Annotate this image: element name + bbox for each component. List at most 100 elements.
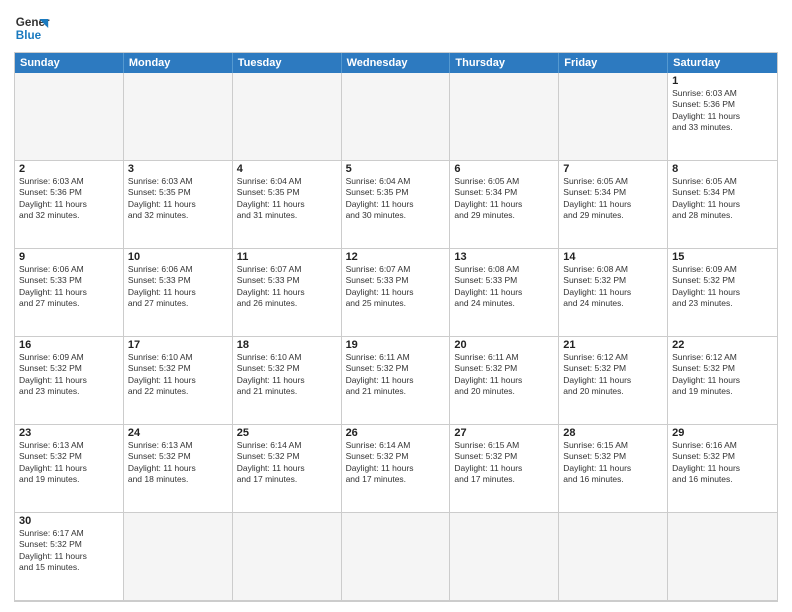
day-info: Sunrise: 6:06 AM Sunset: 5:33 PM Dayligh… — [19, 264, 119, 310]
day-number: 1 — [672, 75, 773, 87]
day-number: 6 — [454, 163, 554, 175]
day-cell-26: 26Sunrise: 6:14 AM Sunset: 5:32 PM Dayli… — [342, 425, 451, 513]
empty-cell — [233, 73, 342, 161]
day-cell-24: 24Sunrise: 6:13 AM Sunset: 5:32 PM Dayli… — [124, 425, 233, 513]
day-number: 11 — [237, 251, 337, 263]
day-cell-4: 4Sunrise: 6:04 AM Sunset: 5:35 PM Daylig… — [233, 161, 342, 249]
day-number: 5 — [346, 163, 446, 175]
day-cell-22: 22Sunrise: 6:12 AM Sunset: 5:32 PM Dayli… — [668, 337, 777, 425]
day-info: Sunrise: 6:15 AM Sunset: 5:32 PM Dayligh… — [454, 440, 554, 486]
page: General Blue SundayMondayTuesdayWednesda… — [0, 0, 792, 612]
day-number: 12 — [346, 251, 446, 263]
calendar-header-saturday: Saturday — [668, 53, 777, 73]
day-info: Sunrise: 6:05 AM Sunset: 5:34 PM Dayligh… — [672, 176, 773, 222]
day-number: 30 — [19, 515, 119, 527]
day-cell-23: 23Sunrise: 6:13 AM Sunset: 5:32 PM Dayli… — [15, 425, 124, 513]
day-info: Sunrise: 6:17 AM Sunset: 5:32 PM Dayligh… — [19, 528, 119, 574]
day-info: Sunrise: 6:06 AM Sunset: 5:33 PM Dayligh… — [128, 264, 228, 310]
empty-cell — [124, 73, 233, 161]
day-cell-13: 13Sunrise: 6:08 AM Sunset: 5:33 PM Dayli… — [450, 249, 559, 337]
calendar-header-friday: Friday — [559, 53, 668, 73]
day-number: 22 — [672, 339, 773, 351]
day-info: Sunrise: 6:12 AM Sunset: 5:32 PM Dayligh… — [672, 352, 773, 398]
day-info: Sunrise: 6:11 AM Sunset: 5:32 PM Dayligh… — [346, 352, 446, 398]
day-cell-16: 16Sunrise: 6:09 AM Sunset: 5:32 PM Dayli… — [15, 337, 124, 425]
day-number: 24 — [128, 427, 228, 439]
day-number: 23 — [19, 427, 119, 439]
empty-cell — [15, 73, 124, 161]
day-info: Sunrise: 6:08 AM Sunset: 5:32 PM Dayligh… — [563, 264, 663, 310]
day-info: Sunrise: 6:13 AM Sunset: 5:32 PM Dayligh… — [128, 440, 228, 486]
day-number: 19 — [346, 339, 446, 351]
day-cell-27: 27Sunrise: 6:15 AM Sunset: 5:32 PM Dayli… — [450, 425, 559, 513]
day-info: Sunrise: 6:07 AM Sunset: 5:33 PM Dayligh… — [237, 264, 337, 310]
calendar-header: SundayMondayTuesdayWednesdayThursdayFrid… — [15, 53, 777, 73]
day-cell-8: 8Sunrise: 6:05 AM Sunset: 5:34 PM Daylig… — [668, 161, 777, 249]
day-number: 14 — [563, 251, 663, 263]
svg-text:Blue: Blue — [16, 29, 42, 42]
day-number: 4 — [237, 163, 337, 175]
calendar-header-sunday: Sunday — [15, 53, 124, 73]
day-number: 29 — [672, 427, 773, 439]
generalblue-logo-icon: General Blue — [14, 10, 50, 46]
day-number: 7 — [563, 163, 663, 175]
day-info: Sunrise: 6:09 AM Sunset: 5:32 PM Dayligh… — [672, 264, 773, 310]
calendar-header-thursday: Thursday — [450, 53, 559, 73]
day-number: 13 — [454, 251, 554, 263]
day-info: Sunrise: 6:04 AM Sunset: 5:35 PM Dayligh… — [346, 176, 446, 222]
day-cell-19: 19Sunrise: 6:11 AM Sunset: 5:32 PM Dayli… — [342, 337, 451, 425]
day-cell-3: 3Sunrise: 6:03 AM Sunset: 5:35 PM Daylig… — [124, 161, 233, 249]
day-cell-25: 25Sunrise: 6:14 AM Sunset: 5:32 PM Dayli… — [233, 425, 342, 513]
day-number: 3 — [128, 163, 228, 175]
day-cell-12: 12Sunrise: 6:07 AM Sunset: 5:33 PM Dayli… — [342, 249, 451, 337]
day-cell-7: 7Sunrise: 6:05 AM Sunset: 5:34 PM Daylig… — [559, 161, 668, 249]
empty-cell — [342, 73, 451, 161]
day-cell-28: 28Sunrise: 6:15 AM Sunset: 5:32 PM Dayli… — [559, 425, 668, 513]
day-cell-15: 15Sunrise: 6:09 AM Sunset: 5:32 PM Dayli… — [668, 249, 777, 337]
empty-cell — [450, 513, 559, 601]
day-info: Sunrise: 6:03 AM Sunset: 5:36 PM Dayligh… — [19, 176, 119, 222]
empty-cell — [559, 513, 668, 601]
day-info: Sunrise: 6:14 AM Sunset: 5:32 PM Dayligh… — [346, 440, 446, 486]
header: General Blue — [14, 10, 778, 46]
empty-cell — [124, 513, 233, 601]
day-number: 9 — [19, 251, 119, 263]
day-cell-10: 10Sunrise: 6:06 AM Sunset: 5:33 PM Dayli… — [124, 249, 233, 337]
day-cell-17: 17Sunrise: 6:10 AM Sunset: 5:32 PM Dayli… — [124, 337, 233, 425]
day-cell-21: 21Sunrise: 6:12 AM Sunset: 5:32 PM Dayli… — [559, 337, 668, 425]
day-info: Sunrise: 6:10 AM Sunset: 5:32 PM Dayligh… — [237, 352, 337, 398]
day-info: Sunrise: 6:10 AM Sunset: 5:32 PM Dayligh… — [128, 352, 228, 398]
day-number: 15 — [672, 251, 773, 263]
day-cell-30: 30Sunrise: 6:17 AM Sunset: 5:32 PM Dayli… — [15, 513, 124, 601]
day-info: Sunrise: 6:09 AM Sunset: 5:32 PM Dayligh… — [19, 352, 119, 398]
day-number: 26 — [346, 427, 446, 439]
day-cell-1: 1Sunrise: 6:03 AM Sunset: 5:36 PM Daylig… — [668, 73, 777, 161]
day-info: Sunrise: 6:03 AM Sunset: 5:36 PM Dayligh… — [672, 88, 773, 134]
day-number: 2 — [19, 163, 119, 175]
day-number: 10 — [128, 251, 228, 263]
calendar: SundayMondayTuesdayWednesdayThursdayFrid… — [14, 52, 778, 602]
day-number: 28 — [563, 427, 663, 439]
day-number: 25 — [237, 427, 337, 439]
day-info: Sunrise: 6:16 AM Sunset: 5:32 PM Dayligh… — [672, 440, 773, 486]
day-number: 17 — [128, 339, 228, 351]
empty-cell — [233, 513, 342, 601]
empty-cell — [668, 513, 777, 601]
day-info: Sunrise: 6:15 AM Sunset: 5:32 PM Dayligh… — [563, 440, 663, 486]
day-cell-20: 20Sunrise: 6:11 AM Sunset: 5:32 PM Dayli… — [450, 337, 559, 425]
day-info: Sunrise: 6:13 AM Sunset: 5:32 PM Dayligh… — [19, 440, 119, 486]
day-number: 27 — [454, 427, 554, 439]
day-info: Sunrise: 6:03 AM Sunset: 5:35 PM Dayligh… — [128, 176, 228, 222]
calendar-header-tuesday: Tuesday — [233, 53, 342, 73]
empty-cell — [450, 73, 559, 161]
calendar-header-wednesday: Wednesday — [342, 53, 451, 73]
day-info: Sunrise: 6:11 AM Sunset: 5:32 PM Dayligh… — [454, 352, 554, 398]
day-info: Sunrise: 6:07 AM Sunset: 5:33 PM Dayligh… — [346, 264, 446, 310]
day-number: 8 — [672, 163, 773, 175]
logo: General Blue — [14, 10, 50, 46]
day-info: Sunrise: 6:08 AM Sunset: 5:33 PM Dayligh… — [454, 264, 554, 310]
day-cell-11: 11Sunrise: 6:07 AM Sunset: 5:33 PM Dayli… — [233, 249, 342, 337]
day-number: 20 — [454, 339, 554, 351]
day-cell-6: 6Sunrise: 6:05 AM Sunset: 5:34 PM Daylig… — [450, 161, 559, 249]
day-info: Sunrise: 6:05 AM Sunset: 5:34 PM Dayligh… — [454, 176, 554, 222]
